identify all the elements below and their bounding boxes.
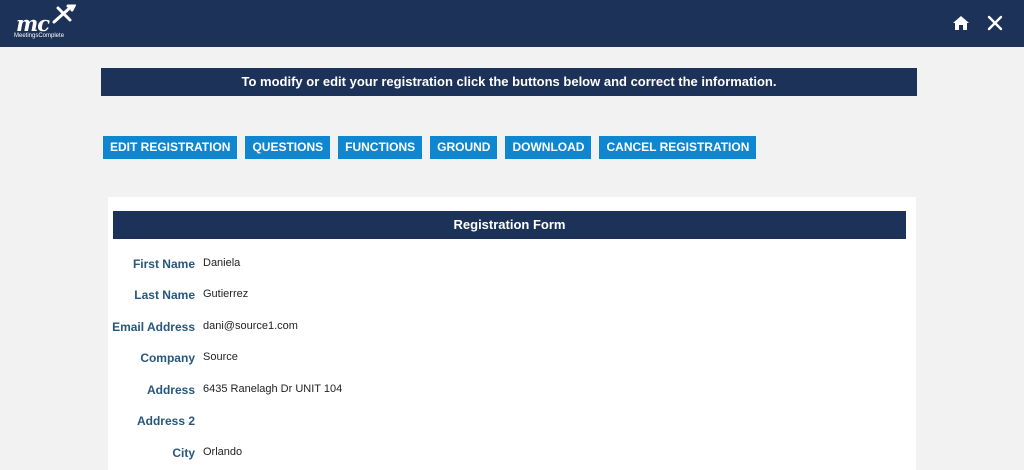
close-button[interactable] bbox=[984, 12, 1006, 34]
functions-button[interactable]: FUNCTIONS bbox=[338, 136, 423, 159]
field-label: First Name bbox=[132, 257, 195, 271]
brand-name: MeetingsComplete bbox=[14, 33, 65, 39]
field-label: Last Name bbox=[134, 288, 195, 302]
field-label: City bbox=[172, 446, 195, 460]
registration-form-card: Registration Form First Name Daniela Las… bbox=[108, 197, 916, 470]
field-label: Company bbox=[140, 351, 195, 365]
field-value: Source bbox=[203, 351, 238, 363]
cancel-registration-button[interactable]: CANCEL REGISTRATION bbox=[599, 136, 757, 159]
airplane-icon bbox=[52, 4, 76, 24]
field-label: Email Address bbox=[112, 320, 195, 334]
field-value: dani@source1.com bbox=[203, 320, 298, 332]
field-row-company: Company Source bbox=[108, 348, 708, 368]
field-row-first-name: First Name Daniela bbox=[108, 254, 708, 274]
close-icon bbox=[987, 15, 1003, 31]
field-row-email-address: Email Address dani@source1.com bbox=[108, 317, 708, 337]
ground-button[interactable]: GROUND bbox=[430, 136, 498, 159]
home-button[interactable] bbox=[950, 12, 972, 34]
field-row-address-2: Address 2 bbox=[108, 411, 708, 431]
top-navigation-bar: mc MeetingsComplete bbox=[0, 0, 1024, 47]
edit-instructions-banner: To modify or edit your registration clic… bbox=[101, 68, 917, 96]
field-value: Daniela bbox=[203, 257, 241, 269]
field-row-address: Address 6435 Ranelagh Dr UNIT 104 bbox=[108, 380, 708, 400]
field-row-last-name: Last Name Gutierrez bbox=[108, 285, 708, 305]
field-value: 6435 Ranelagh Dr UNIT 104 bbox=[203, 383, 343, 395]
download-button[interactable]: DOWNLOAD bbox=[505, 136, 592, 159]
field-value: Gutierrez bbox=[203, 288, 249, 300]
field-row-city: City Orlando bbox=[108, 443, 708, 463]
field-value: Orlando bbox=[203, 446, 243, 458]
edit-registration-button[interactable]: EDIT REGISTRATION bbox=[103, 136, 238, 159]
registration-form-title: Registration Form bbox=[113, 211, 906, 239]
field-label: Address 2 bbox=[136, 414, 195, 428]
home-icon bbox=[953, 16, 969, 30]
questions-button[interactable]: QUESTIONS bbox=[245, 136, 331, 159]
field-label: Address bbox=[146, 383, 195, 397]
meetings-complete-logo[interactable]: mc MeetingsComplete bbox=[14, 3, 80, 43]
registration-actions-toolbar: EDIT REGISTRATION QUESTIONS FUNCTIONS GR… bbox=[103, 136, 757, 159]
